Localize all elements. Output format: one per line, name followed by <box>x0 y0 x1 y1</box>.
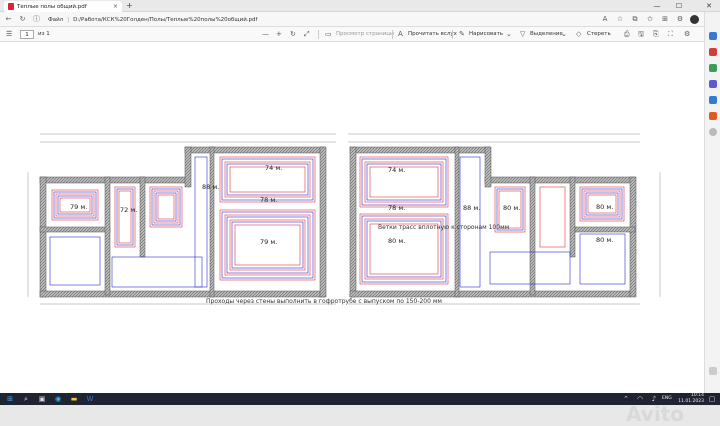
room-label: 74 м. <box>388 166 405 174</box>
volume-icon[interactable]: ♪ <box>648 394 660 404</box>
print-icon[interactable]: ⎙ <box>624 28 630 41</box>
wifi-icon[interactable]: ◠ <box>634 394 646 404</box>
room-label: 80 м. <box>503 204 520 212</box>
address-bar: ← ↻ ⓘ Файл | D:/Работа/КСК%20Голден/Полы… <box>0 12 720 27</box>
draw-button[interactable]: Нарисовать <box>469 28 503 41</box>
fit-page-icon[interactable]: ⤢ <box>304 28 310 41</box>
minimize-button[interactable]: — <box>648 0 666 12</box>
info-icon[interactable]: ⓘ <box>31 14 42 25</box>
save-icon[interactable]: 🖫 <box>638 28 644 41</box>
pdf-file-icon <box>8 3 14 10</box>
toolbar-divider <box>392 30 393 39</box>
tab-close-icon[interactable]: × <box>113 3 118 10</box>
office-icon[interactable] <box>709 112 717 120</box>
pdf-viewer[interactable]: 79 м. 72 м. 74 м. 78 м. 79 м. 88 м. 74 м… <box>0 42 704 426</box>
heating-loops-blue <box>49 156 626 288</box>
room-label: 80 м. <box>596 203 613 211</box>
refresh-icon[interactable]: ↻ <box>17 14 28 25</box>
maximize-button[interactable]: ☐ <box>670 0 688 12</box>
page-total-label: из 1 <box>38 31 50 37</box>
url-field[interactable]: Файл | D:/Работа/КСК%20Голден/Полы/Теплы… <box>46 14 606 25</box>
new-tab-button[interactable]: + <box>126 1 133 10</box>
heating-loops-red <box>51 156 625 285</box>
split-screen-icon[interactable]: ⧉ <box>630 14 640 25</box>
url-text: D:/Работа/КСК%20Голден/Полы/Теплые%20пол… <box>73 16 258 23</box>
page-view-icon: ▭ <box>325 30 332 38</box>
avatar[interactable] <box>690 15 699 24</box>
floor-plan-drawing: 79 м. 72 м. 74 м. 78 м. 79 м. 88 м. 74 м… <box>27 133 661 305</box>
task-view-icon[interactable]: ▣ <box>36 394 48 404</box>
tray-chevron-icon[interactable]: ⌃ <box>620 394 632 404</box>
room-label: 78 м. <box>388 204 405 212</box>
room-label: 88 м. <box>463 204 480 212</box>
page-number-input[interactable]: 1 <box>20 30 34 39</box>
zoom-in-button[interactable]: + <box>276 28 282 41</box>
chevron-down-icon[interactable]: ⌄ <box>561 28 567 41</box>
highlight-icon[interactable]: ▽ <box>520 28 525 41</box>
toolbar-divider <box>452 30 453 39</box>
outlook-icon[interactable] <box>709 96 717 104</box>
word-icon[interactable]: W <box>84 394 96 404</box>
note-passages: Проходы через стены выполнить в гофротру… <box>206 298 442 305</box>
tab-title: Теплые полы общий.pdf <box>17 3 87 10</box>
toolbar-divider <box>318 30 319 39</box>
games-icon[interactable] <box>709 80 717 88</box>
rotate-icon[interactable]: ↻ <box>290 28 296 41</box>
shopping-icon[interactable] <box>709 48 717 56</box>
edge-sidebar <box>704 12 720 393</box>
favorite-star-icon[interactable]: ☆ <box>615 14 625 25</box>
fullscreen-icon[interactable]: ⛶ <box>668 28 673 41</box>
chevron-down-icon[interactable]: ⌄ <box>506 28 512 41</box>
watermark-logo: Avito <box>626 402 684 426</box>
url-scheme-label: Файл <box>48 16 64 23</box>
page-view-button: Просмотр страницы <box>336 31 395 37</box>
close-window-button[interactable]: ✕ <box>700 0 718 12</box>
read-aloud-button[interactable]: Прочитать вслух <box>408 28 457 41</box>
save-as-icon[interactable]: ⎘ <box>653 28 659 41</box>
room-label: 72 м. <box>120 206 137 214</box>
room-label: 88 м. <box>202 183 219 191</box>
collections-icon[interactable]: ⊞ <box>660 14 670 25</box>
note-branches: Ветки трасс вплотную к сторонам 100мм <box>378 224 510 231</box>
room-label: 78 м. <box>260 196 277 204</box>
eraser-icon[interactable]: ◇ <box>576 28 581 41</box>
pdf-toolbar: ☰ 1 из 1 — + ↻ ⤢ ▭ Просмотр страницы A П… <box>0 27 704 42</box>
add-icon[interactable] <box>709 128 717 136</box>
sidebar-settings-icon[interactable] <box>709 367 717 375</box>
extensions-icon[interactable]: ⚙ <box>675 14 685 25</box>
erase-button[interactable]: Стереть <box>587 28 611 41</box>
room-label: 79 м. <box>260 238 277 246</box>
language-indicator[interactable]: ENG <box>662 396 672 402</box>
draw-icon[interactable]: ✎ <box>459 28 465 41</box>
room-label: 74 м. <box>265 164 282 172</box>
back-arrow-icon[interactable]: ← <box>3 14 14 25</box>
room-label: 80 м. <box>388 237 405 245</box>
search-icon[interactable]: ⌕ <box>20 394 32 404</box>
reading-mode-icon[interactable]: A <box>600 14 610 25</box>
contents-menu-icon[interactable]: ☰ <box>6 28 12 41</box>
edge-browser-icon[interactable]: ◉ <box>52 394 64 404</box>
url-separator: | <box>67 16 70 23</box>
pdf-page: 79 м. 72 м. 74 м. 78 м. 79 м. 88 м. 74 м… <box>0 42 704 426</box>
read-aloud-icon[interactable]: A <box>398 28 403 41</box>
zoom-out-button[interactable]: — <box>262 28 269 41</box>
tools-icon[interactable] <box>709 64 717 72</box>
clock-date[interactable]: 11.01.2023 <box>678 399 704 405</box>
windows-taskbar: ⊞ ⌕ ▣ ◉ ▬ W ⌃ ◠ ♪ ENG 10:14 11.01.2023 ▢ <box>0 393 720 405</box>
settings-gear-icon[interactable]: ⚙ <box>684 28 690 41</box>
address-actions: A ☆ ⧉ ✩ ⊞ ⚙ … <box>600 14 714 25</box>
notifications-icon[interactable]: ▢ <box>706 394 718 404</box>
room-label: 79 м. <box>70 203 87 211</box>
file-explorer-icon[interactable]: ▬ <box>68 394 80 404</box>
favorites-icon[interactable]: ✩ <box>645 14 655 25</box>
room-label: 80 м. <box>596 236 613 244</box>
title-bar: Теплые полы общий.pdf × + — ☐ ✕ <box>0 0 720 12</box>
highlight-button[interactable]: Выделение <box>530 28 563 41</box>
search-icon[interactable] <box>709 32 717 40</box>
windows-start-icon[interactable]: ⊞ <box>4 394 16 404</box>
tab-pdf[interactable]: Теплые полы общий.pdf × <box>4 1 122 12</box>
